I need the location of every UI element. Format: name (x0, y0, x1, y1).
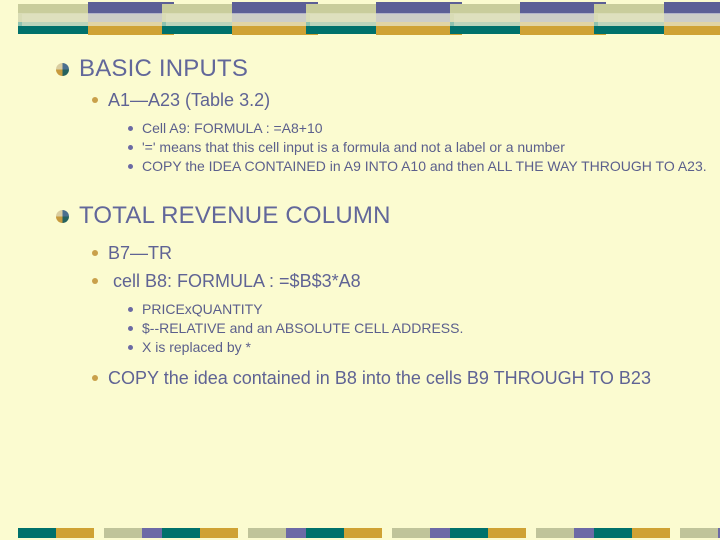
top-decor-block (0, 0, 174, 36)
bottom-decor-block (288, 520, 468, 540)
gold-dot-bullet-icon (92, 97, 98, 103)
decor-chip-gold (200, 528, 238, 538)
decor-stripe-purple (664, 2, 720, 13)
decor-chip-teal (162, 528, 200, 538)
gold-dot-bullet-icon (92, 278, 98, 284)
section-title: TOTAL REVENUE COLUMN (79, 202, 391, 229)
bullet-level3-copy-idea-a9: COPY the IDEA CONTAINED in A9 INTO A10 a… (128, 157, 720, 175)
decor-stripe-gold (664, 26, 720, 35)
bullet-level2-copy-b8: COPY the idea contained in B8 into the c… (92, 366, 720, 390)
bullet-level2-cell-b8: cell B8: FORMULA : =$B$3*A8 (92, 269, 720, 293)
bullet-level3-equals-meaning: '=' means that this cell input is a form… (128, 138, 720, 156)
blue-dot-bullet-icon (128, 326, 133, 331)
bullet-level2-label: cell B8: FORMULA : =$B$3*A8 (113, 271, 361, 291)
bullet-level2-label: A1—A23 (Table 3.2) (108, 90, 271, 110)
bullet-level3-price-x-quantity: PRICExQUANTITY (128, 300, 720, 318)
decor-chip-gold (488, 528, 526, 538)
blue-dot-bullet-icon (128, 307, 133, 312)
decor-chip-sage (104, 528, 142, 538)
bullet-level3-label: $--RELATIVE and an ABSOLUTE CELL ADDRESS… (142, 320, 464, 336)
section-title: BASIC INPUTS (79, 55, 249, 82)
top-decor-block (288, 0, 462, 36)
bullet-level3-label: COPY the IDEA CONTAINED in A9 INTO A10 a… (142, 158, 707, 174)
bullet-level2-a1-a23: A1—A23 (Table 3.2) (92, 88, 720, 112)
bullet-level3-label: Cell A9: FORMULA : =A8+10 (142, 120, 323, 136)
gold-dot-bullet-icon (92, 375, 98, 381)
section-heading-total-revenue-column: TOTAL REVENUE COLUMN (56, 201, 720, 231)
decor-chip-gold (344, 528, 382, 538)
top-decor-block (144, 0, 318, 36)
decor-inset-highlight (598, 14, 720, 26)
bullet-level3-label: X is replaced by * (142, 339, 251, 355)
bullet-level2-b7-tr: B7—TR (92, 241, 720, 265)
top-decor-block (432, 0, 606, 36)
bottom-decor-block (576, 520, 720, 540)
gold-dot-bullet-icon (92, 250, 98, 256)
decor-chip-teal (594, 528, 632, 538)
blue-dot-bullet-icon (128, 145, 133, 150)
bullet-level2-label: B7—TR (108, 243, 173, 263)
decor-chip-gold (632, 528, 670, 538)
section-heading-basic-inputs: BASIC INPUTS (56, 54, 720, 84)
pie-bullet-icon (56, 210, 69, 223)
decor-chip-gold (56, 528, 94, 538)
bottom-decorative-bar (0, 520, 720, 540)
decor-chip-teal (306, 528, 344, 538)
decor-chip-sage (392, 528, 430, 538)
top-decorative-bar (0, 0, 720, 36)
decor-chip-teal (450, 528, 488, 538)
blue-dot-bullet-icon (128, 126, 133, 131)
decor-chip-sage (536, 528, 574, 538)
bottom-decor-block (432, 520, 612, 540)
pie-bullet-icon (56, 63, 69, 76)
bottom-decor-block (0, 520, 180, 540)
slide-content: BASIC INPUTS A1—A23 (Table 3.2) Cell A9:… (0, 44, 720, 390)
bullet-level3-cell-a9: Cell A9: FORMULA : =A8+10 (128, 119, 720, 137)
bullet-level3-label: PRICExQUANTITY (142, 301, 263, 317)
blue-dot-bullet-icon (128, 345, 133, 350)
bullet-level2-label: COPY the idea contained in B8 into the c… (108, 368, 651, 388)
top-decor-block (576, 0, 720, 36)
decor-chip-teal (18, 528, 56, 538)
decor-chip-sage (248, 528, 286, 538)
bullet-level3-x-replaced: X is replaced by * (128, 338, 720, 356)
decor-chip-sage (680, 528, 718, 538)
bottom-decor-block (144, 520, 324, 540)
bullet-level3-label: '=' means that this cell input is a form… (142, 139, 565, 155)
bullet-level3-relative-absolute: $--RELATIVE and an ABSOLUTE CELL ADDRESS… (128, 319, 720, 337)
blue-dot-bullet-icon (128, 164, 133, 169)
